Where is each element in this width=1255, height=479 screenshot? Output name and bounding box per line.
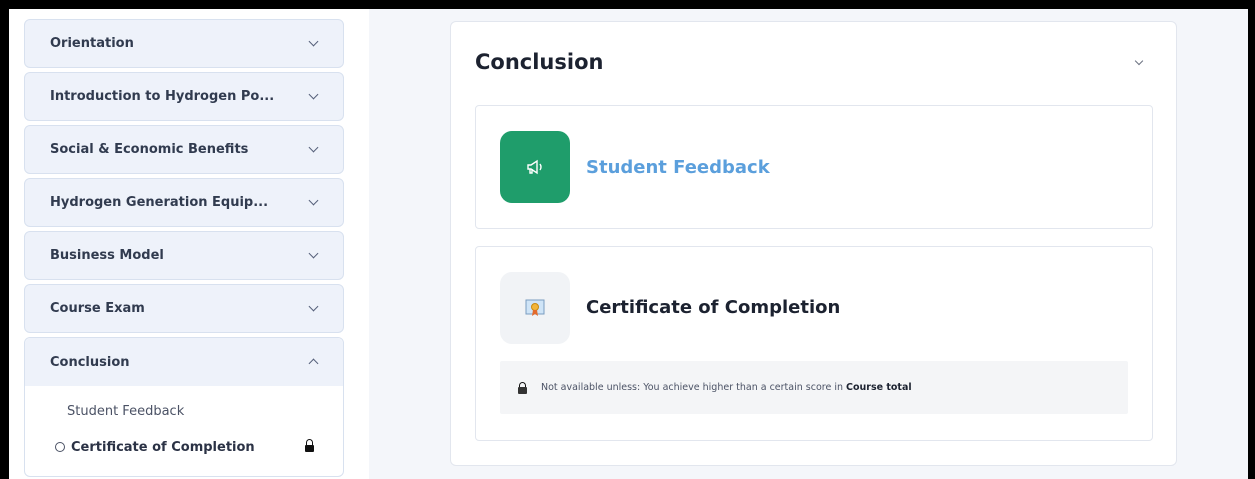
chevron-down-icon xyxy=(308,89,319,100)
chevron-up-icon xyxy=(308,358,319,369)
section-label: Orientation xyxy=(50,36,134,51)
chevron-down-icon[interactable] xyxy=(1134,56,1144,66)
section-course-exam[interactable]: Course Exam xyxy=(24,284,344,333)
sidebar-item-label: Student Feedback xyxy=(67,404,185,419)
access-restriction: Not available unless: You achieve higher… xyxy=(500,361,1128,414)
chevron-down-icon xyxy=(308,195,319,206)
section-label: Hydrogen Generation Equip... xyxy=(50,195,269,210)
section-conclusion-header[interactable]: Conclusion xyxy=(25,338,343,386)
sidebar-item-student-feedback[interactable]: Student Feedback xyxy=(67,404,184,419)
restriction-text: Not available unless: You achieve higher… xyxy=(541,382,843,393)
section-label: Introduction to Hydrogen Po... xyxy=(50,89,275,104)
megaphone-icon[interactable] xyxy=(500,131,570,203)
section-social-economic[interactable]: Social & Economic Benefits xyxy=(24,125,344,174)
restriction-target: Course total xyxy=(846,382,912,393)
section-label: Course Exam xyxy=(50,301,145,316)
lock-icon xyxy=(518,381,527,394)
section-card-conclusion: Conclusion Student Feedback Certificate … xyxy=(450,21,1177,466)
course-index-sidebar: Orientation Introduction to Hydrogen Po.… xyxy=(9,9,369,479)
sidebar-item-label: Certificate of Completion xyxy=(71,439,255,455)
section-business-model[interactable]: Business Model xyxy=(24,231,344,280)
activity-student-feedback: Student Feedback xyxy=(475,105,1153,229)
chevron-down-icon xyxy=(308,142,319,153)
app-frame: Orientation Introduction to Hydrogen Po.… xyxy=(9,9,1248,479)
chevron-down-icon xyxy=(308,301,319,312)
certificate-icon xyxy=(500,272,570,344)
completion-circle-icon xyxy=(55,442,65,452)
activity-link[interactable]: Student Feedback xyxy=(586,157,770,178)
chevron-down-icon xyxy=(308,36,319,47)
section-hydrogen-equipment[interactable]: Hydrogen Generation Equip... xyxy=(24,178,344,227)
chevron-down-icon xyxy=(308,248,319,259)
activity-title: Certificate of Completion xyxy=(586,297,841,318)
sidebar-item-certificate[interactable]: Certificate of Completion xyxy=(55,439,345,455)
section-label: Conclusion xyxy=(50,354,130,370)
section-label: Business Model xyxy=(50,248,164,263)
section-introduction[interactable]: Introduction to Hydrogen Po... xyxy=(24,72,344,121)
section-title: Conclusion xyxy=(475,50,604,74)
activity-certificate: Certificate of Completion Not available … xyxy=(475,246,1153,441)
section-orientation[interactable]: Orientation xyxy=(24,19,344,68)
section-conclusion: Conclusion Student Feedback Certificate … xyxy=(24,337,344,477)
section-label: Social & Economic Benefits xyxy=(50,142,249,157)
